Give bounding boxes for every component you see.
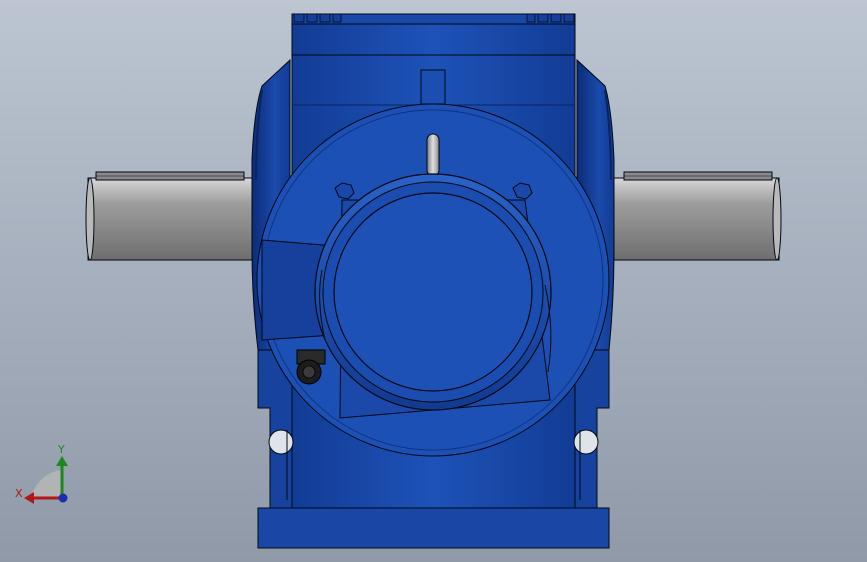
right-mounting-hole	[573, 429, 599, 455]
triad-plane-icon	[30, 470, 62, 498]
triad-x-label: X	[15, 487, 23, 500]
eye-bolt	[426, 133, 440, 177]
left-mounting-hole	[268, 429, 294, 455]
triad-origin-icon	[58, 493, 68, 503]
y-axis-head-icon	[56, 456, 68, 466]
orientation-triad[interactable]	[20, 450, 80, 510]
triad-y-label: Y	[58, 443, 65, 456]
gearbox-model[interactable]	[0, 0, 867, 562]
motor-adapter-ring[interactable]	[314, 173, 552, 411]
left-output-shaft[interactable]	[85, 171, 253, 261]
right-output-shaft[interactable]	[613, 171, 782, 261]
breather-block	[420, 69, 446, 105]
cad-viewport[interactable]: X Y	[0, 0, 867, 562]
x-axis-head-icon	[24, 492, 34, 504]
